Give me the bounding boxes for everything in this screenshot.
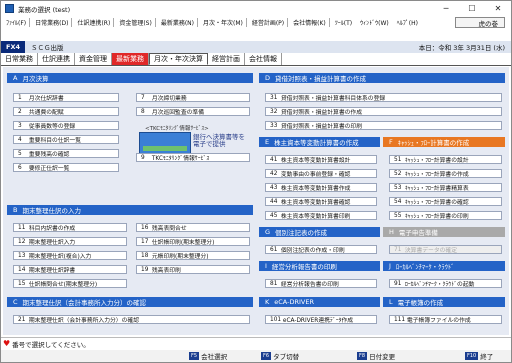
menu-window[interactable]: ｳｨﾝﾄﾞｳ(W): [360, 18, 389, 27]
maximize-button[interactable]: ☐: [459, 1, 485, 16]
task-13-button[interactable]: 13 期末整理仕訳(複合)入力: [13, 251, 127, 260]
f5-company-select-button[interactable]: F5 会社選択: [189, 351, 227, 361]
task-14-button[interactable]: 14 期末整理仕訳辞書: [13, 265, 127, 274]
menu-funds[interactable]: 資金管理(S): [119, 18, 152, 27]
menu-daily[interactable]: 日常業務(D): [35, 18, 68, 27]
task-7-button[interactable]: 7 月次締切業務: [136, 93, 250, 102]
app-icon: [5, 4, 14, 13]
window-title: 業務の選択 (test): [18, 5, 71, 14]
task-16-button[interactable]: 16 残高表問合せ: [136, 223, 250, 232]
section-h-header: H 電子申告準備: [383, 227, 505, 237]
task-33-button[interactable]: 33 貸借対照表・損益計算書の印刷: [265, 121, 502, 130]
tora-no-maki-button[interactable]: 虎の巻: [455, 17, 505, 28]
section-a-header: A 月次決算: [7, 73, 253, 83]
section-d-header: D 貸借対照表・損益計算書の作成: [259, 73, 505, 83]
task-3-button[interactable]: 3 従事員数等の登録: [13, 121, 119, 130]
promo-title: <TKCﾓﾆﾀﾘﾝｸﾞ情報ｻｰﾋﾞｽ>: [145, 126, 209, 132]
task-9-button[interactable]: 9 TKCﾓﾆﾀﾘﾝｸﾞ情報ｻｰﾋﾞｽ: [136, 153, 250, 162]
tab-journal-link[interactable]: 仕訳連携: [38, 53, 75, 65]
section-l-header: L 電子帳簿の作成: [383, 297, 505, 307]
company-bar: FX4 ＳＣＧ出版 本日：令和 3年 3月31日 (水): [1, 41, 511, 53]
task-43-button[interactable]: 43 株主資本等変動計算書作成: [265, 183, 377, 192]
menu-tools[interactable]: ﾂｰﾙ(T): [335, 18, 352, 27]
task-101-button[interactable]: 101 eCA-DRIVER連携ﾃﾞｰﾀ作成: [265, 315, 377, 324]
tab-daily[interactable]: 日常業務: [1, 53, 38, 65]
tab-strip: 日常業務 仕訳連携 資金管理 最新業務 月次・年次決算 経営計画 会社情報: [1, 53, 511, 66]
minimize-button[interactable]: ─: [433, 1, 459, 16]
task-42-button[interactable]: 42 変動事由の事前登録・確認: [265, 169, 377, 178]
task-61-button[interactable]: 61 個別注記表の作成・印刷: [265, 245, 377, 254]
tkc-monitoring-promo[interactable]: <TKCﾓﾆﾀﾘﾝｸﾞ情報ｻｰﾋﾞｽ> 銀行へ決算書等を電子で提供: [137, 124, 250, 155]
f6-tab-switch-button[interactable]: F6 タブ切替: [261, 351, 299, 361]
title-bar: 業務の選択 (test) ─ ☐ ✕: [1, 1, 511, 16]
task-51-button[interactable]: 51 ｷｬｯｼｭ・ﾌﾛｰ計算書の設計: [389, 155, 502, 164]
task-45-button[interactable]: 45 株主資本等変動計算書印刷: [265, 211, 377, 220]
task-15-button[interactable]: 15 仕訳帳問合せ(期末整理分): [13, 279, 127, 288]
section-g-header: G 個別注記表の作成: [259, 227, 380, 237]
menu-bar: ﾌｧｲﾙ(F) 日常業務(D) 仕訳連携(R) 資金管理(S) 最新業務(N) …: [1, 16, 511, 29]
promo-image: [139, 132, 191, 154]
section-j-header: J ﾛｰｶﾙﾍﾞﾝﾁﾏｰｸ・ｸﾗｳﾄﾞ: [383, 261, 505, 271]
f8-date-change-button[interactable]: F8 日付変更: [357, 351, 395, 361]
section-k-header: KeCA-DRIVER: [259, 297, 380, 307]
menu-help[interactable]: ﾍﾙﾌﾟ(H): [397, 18, 418, 27]
menu-latest[interactable]: 最新業務(N): [161, 18, 194, 27]
function-key-bar: F5 会社選択 F6 タブ切替 F8 日付変更 F10 終了: [1, 350, 511, 362]
task-52-button[interactable]: 52 ｷｬｯｼｭ・ﾌﾛｰ計算書の作成: [389, 169, 502, 178]
task-55-button[interactable]: 55 ｷｬｯｼｭ・ﾌﾛｰ計算書の印刷: [389, 211, 502, 220]
task-111-button[interactable]: 111 電子帳簿ファイルの作成: [389, 315, 502, 324]
task-17-button[interactable]: 17 仕訳帳印刷(期末整理分): [136, 237, 250, 246]
tab-company[interactable]: 会社情報: [245, 53, 282, 65]
task-91-button[interactable]: 91 ﾛｰｶﾙﾍﾞﾝﾁﾏｰｸ・ｸﾗｳﾄﾞの起動: [389, 279, 502, 288]
task-6-button[interactable]: 6 要修正仕訳一覧: [13, 163, 119, 172]
heart-icon: ♥: [3, 339, 11, 348]
task-2-button[interactable]: 2 共通費の配賦: [13, 107, 119, 116]
company-code: FX4: [1, 41, 25, 53]
task-41-button[interactable]: 41 株主資本等変動計算書設計: [265, 155, 377, 164]
status-text: 番号で選択してください。: [12, 340, 90, 349]
section-c-header: C 期末整理仕訳（会計事務所入力分）の確認: [7, 297, 253, 307]
task-81-button[interactable]: 81 経営分析報告書の印刷: [265, 279, 377, 288]
tab-funds[interactable]: 資金管理: [75, 53, 112, 65]
task-31-button[interactable]: 31 貸借対照表・損益計算書科目体系の登録: [265, 93, 502, 102]
app-window: 業務の選択 (test) ─ ☐ ✕ ﾌｧｲﾙ(F) 日常業務(D) 仕訳連携(…: [0, 0, 512, 363]
menu-file[interactable]: ﾌｧｲﾙ(F): [6, 18, 26, 27]
task-71-button: 71 決算書データの確定: [389, 245, 502, 254]
tab-monthly-yearly[interactable]: 月次・年次決算: [149, 53, 208, 65]
section-i-header: I 経営分析報告書の印刷: [259, 261, 380, 271]
task-1-button[interactable]: 1 月次仕訳辞書: [13, 93, 119, 102]
menu-journal-link[interactable]: 仕訳連携(R): [77, 18, 110, 27]
tab-latest[interactable]: 最新業務: [112, 53, 149, 65]
close-button[interactable]: ✕: [485, 1, 511, 16]
section-e-header: E 株主資本等変動計算書の作成: [259, 137, 380, 147]
task-5-button[interactable]: 5 重要残高の確認: [13, 149, 119, 158]
menu-company[interactable]: 会社情報(K): [293, 18, 326, 27]
tab-planning[interactable]: 経営計画: [208, 53, 245, 65]
task-8-button[interactable]: 8 月次巡回監査の準備: [136, 107, 250, 116]
task-19-button[interactable]: 19 残高表印刷: [136, 265, 250, 274]
task-12-button[interactable]: 12 期末整理仕訳入力: [13, 237, 127, 246]
task-21-button[interactable]: 21 期末整理仕訳（会計事務所入力分）の確認: [13, 315, 250, 324]
menu-planning[interactable]: 経営計画(P): [252, 18, 284, 27]
section-b-header: B 期末整理仕訳の入力: [7, 205, 253, 215]
status-bar: ♥ 番号で選択してください。: [1, 337, 511, 349]
task-44-button[interactable]: 44 株主資本等変動計算書確認: [265, 197, 377, 206]
task-11-button[interactable]: 11 科目内訳書の作成: [13, 223, 127, 232]
promo-text: 銀行へ決算書等を電子で提供: [193, 133, 245, 148]
task-18-button[interactable]: 18 元帳印刷(期末整理分): [136, 251, 250, 260]
task-53-button[interactable]: 53 ｷｬｯｼｭ・ﾌﾛｰ計算書精算表: [389, 183, 502, 192]
menu-monthly-yearly[interactable]: 月次・年次(M): [203, 18, 243, 27]
task-54-button[interactable]: 54 ｷｬｯｼｭ・ﾌﾛｰ計算書の確認: [389, 197, 502, 206]
company-name: ＳＣＧ出版: [30, 44, 64, 52]
task-4-button[interactable]: 4 重要科目の仕訳一覧: [13, 135, 119, 144]
f10-exit-button[interactable]: F10 終了: [465, 351, 493, 361]
section-f-header: F ｷｬｯｼｭ・ﾌﾛｰ計算書の作成: [383, 137, 505, 147]
task-32-button[interactable]: 32 貸借対照表・損益計算書の作成: [265, 107, 502, 116]
task-panel: A 月次決算 1 月次仕訳辞書 2 共通費の配賦 3 従事員数等の登録 4 重要科…: [3, 67, 509, 335]
current-date: 本日：令和 3年 3月31日 (水): [418, 44, 505, 52]
